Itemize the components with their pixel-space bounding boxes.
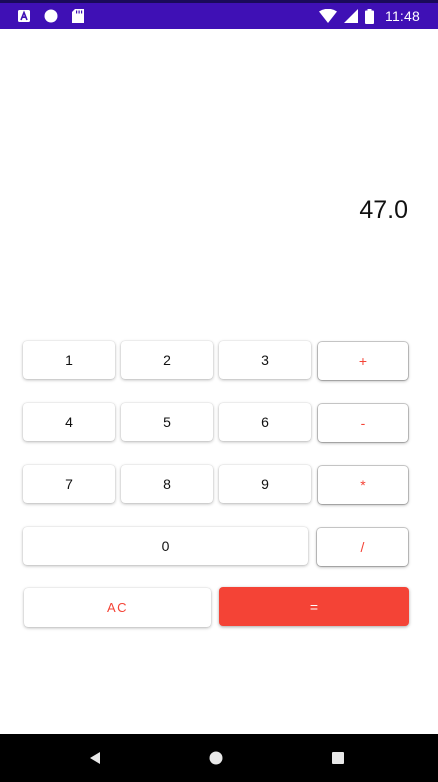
status-bar: 11:48 xyxy=(0,0,438,29)
sd-card-icon xyxy=(72,9,84,23)
digit-2-button[interactable]: 2 xyxy=(121,341,213,379)
plus-button[interactable]: + xyxy=(318,342,408,380)
calculator-screen: 11:48 47.0 1 2 3 + 4 5 6 - 7 8 9 * 0 / A… xyxy=(0,0,438,782)
equals-button[interactable]: = xyxy=(219,587,409,626)
wifi-icon xyxy=(319,9,337,23)
minus-button[interactable]: - xyxy=(318,404,408,442)
recents-icon xyxy=(332,752,344,764)
signal-icon xyxy=(344,9,358,23)
digit-1-button[interactable]: 1 xyxy=(23,341,115,379)
digit-6-button[interactable]: 6 xyxy=(219,403,311,441)
app-a-icon xyxy=(18,10,30,22)
battery-icon xyxy=(365,8,374,24)
status-bar-left xyxy=(18,6,84,26)
digit-9-button[interactable]: 9 xyxy=(219,465,311,503)
status-bar-right: 11:48 xyxy=(319,6,420,26)
back-icon xyxy=(90,752,100,764)
result-display: 47.0 xyxy=(359,196,408,224)
clear-button[interactable]: AC xyxy=(24,588,211,627)
digit-8-button[interactable]: 8 xyxy=(121,465,213,503)
digit-7-button[interactable]: 7 xyxy=(23,465,115,503)
digit-0-button[interactable]: 0 xyxy=(23,527,308,565)
divide-button[interactable]: / xyxy=(317,528,408,566)
digit-5-button[interactable]: 5 xyxy=(121,403,213,441)
back-button[interactable] xyxy=(65,734,125,782)
status-bar-time: 11:48 xyxy=(385,8,420,24)
recents-button[interactable] xyxy=(308,734,368,782)
digit-4-button[interactable]: 4 xyxy=(23,403,115,441)
home-icon xyxy=(209,751,223,765)
digit-3-button[interactable]: 3 xyxy=(219,341,311,379)
multiply-button[interactable]: * xyxy=(318,466,408,504)
navigation-bar xyxy=(0,734,438,782)
home-button[interactable] xyxy=(186,734,246,782)
circle-icon xyxy=(44,9,58,23)
